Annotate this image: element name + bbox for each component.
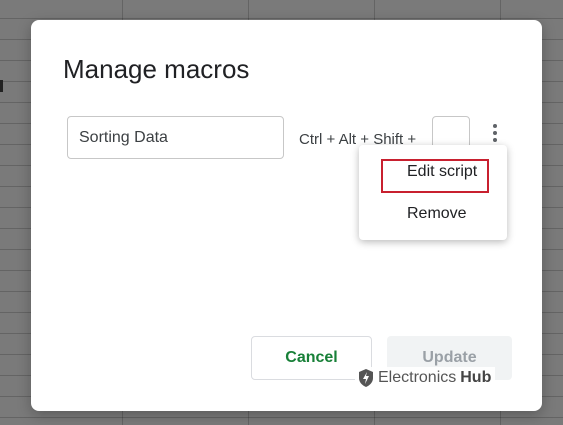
menu-item-label: Remove [407, 205, 467, 222]
more-options-icon[interactable] [486, 118, 504, 148]
more-options-dot [493, 131, 497, 135]
macro-name-input[interactable] [67, 116, 284, 159]
menu-item-edit-script[interactable]: Edit script [359, 159, 507, 193]
cancel-button[interactable]: Cancel [251, 336, 372, 380]
watermark-brand: Electronics [378, 369, 457, 386]
manage-macros-dialog: Manage macros Ctrl + Alt + Shift + Edit … [31, 20, 542, 411]
electronics-hub-watermark: Electronics Hub [355, 367, 496, 389]
background-cell-fragment [0, 80, 3, 92]
menu-item-remove[interactable]: Remove [359, 205, 507, 229]
menu-item-label: Edit script [407, 163, 478, 180]
dialog-title: Manage macros [63, 54, 250, 84]
macro-options-menu: Edit script Remove [359, 145, 507, 240]
watermark-brand-bold: Hub [460, 369, 492, 386]
electronics-hub-logo-icon [359, 369, 373, 387]
more-options-dot [493, 124, 497, 128]
more-options-dot [493, 138, 497, 142]
